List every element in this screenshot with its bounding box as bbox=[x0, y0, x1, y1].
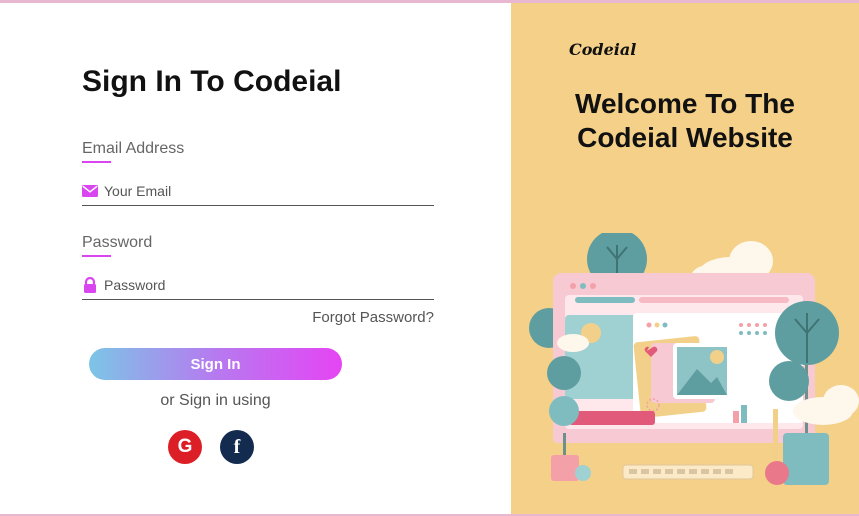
login-card: Sign In To Codeial Email Address Passwor… bbox=[0, 3, 859, 514]
lock-icon bbox=[84, 277, 96, 293]
page-title: Sign In To Codeial bbox=[82, 65, 342, 98]
brand-logo: Codeial bbox=[569, 40, 637, 59]
email-field bbox=[82, 179, 434, 206]
envelope-icon bbox=[82, 185, 98, 197]
password-field bbox=[82, 273, 434, 300]
password-input[interactable] bbox=[104, 273, 424, 297]
password-label-underline bbox=[82, 255, 111, 257]
website-illustration bbox=[529, 233, 859, 485]
welcome-panel: Codeial Welcome To The Codeial Website bbox=[511, 3, 859, 514]
headline-line-2: Codeial Website bbox=[577, 122, 793, 153]
google-icon[interactable]: G bbox=[168, 430, 202, 464]
headline-line-1: Welcome To The bbox=[575, 88, 795, 119]
welcome-headline: Welcome To The Codeial Website bbox=[511, 87, 859, 155]
sign-in-button[interactable]: Sign In bbox=[89, 348, 342, 380]
signin-panel: Sign In To Codeial Email Address Passwor… bbox=[0, 3, 511, 514]
email-label: Email Address bbox=[82, 140, 185, 157]
password-label: Password bbox=[82, 234, 153, 251]
alternate-signin-text: or Sign in using bbox=[160, 392, 271, 409]
forgot-password-link[interactable]: Forgot Password? bbox=[312, 309, 434, 326]
email-label-underline bbox=[82, 161, 111, 163]
email-input[interactable] bbox=[104, 179, 424, 203]
facebook-icon[interactable]: f bbox=[220, 430, 254, 464]
